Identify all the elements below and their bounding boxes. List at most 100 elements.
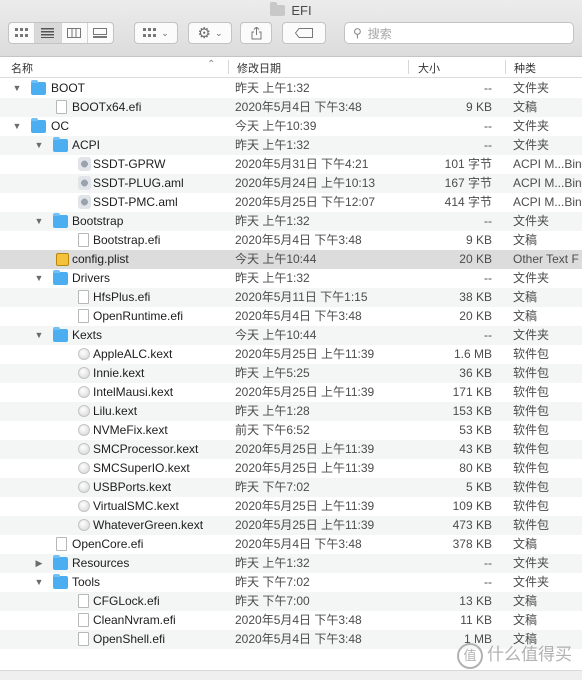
column-divider[interactable] [408, 60, 409, 74]
column-header-name[interactable]: 名称 [11, 60, 33, 76]
file-row[interactable]: Lilu.kext 昨天 上午1:28 153 KB 软件包 [0, 402, 582, 421]
search-field[interactable]: ⚲ 搜索 [344, 22, 574, 44]
file-name: BOOT [51, 81, 86, 95]
folder-icon [31, 118, 46, 133]
file-row[interactable]: OpenCore.efi 2020年5月4日 下午3:48 378 KB 文稿 [0, 535, 582, 554]
file-kind: 软件包 [513, 385, 550, 399]
file-date: 昨天 下午7:02 [235, 480, 310, 494]
file-row[interactable]: WhateverGreen.kext 2020年5月25日 上午11:39 473 … [0, 516, 582, 535]
file-row[interactable]: SSDT-PLUG.aml 2020年5月24日 上午10:13 167 字节 ACP… [0, 174, 582, 193]
disclosure-closed-icon[interactable]: ▶ [33, 554, 45, 573]
file-size: -- [484, 575, 492, 589]
column-divider[interactable] [505, 60, 506, 74]
file-kind: 软件包 [513, 518, 550, 532]
file-icon [78, 632, 89, 646]
watermark-text: 什么值得买 [487, 645, 572, 665]
folder-row[interactable]: ▼ Bootstrap 昨天 上午1:32 -- 文件夹 [0, 212, 582, 231]
file-row[interactable]: Innie.kext 昨天 上午5:25 36 KB 软件包 [0, 364, 582, 383]
file-name: CleanNvram.efi [93, 613, 176, 627]
file-kind: 文件夹 [513, 138, 550, 152]
folder-row[interactable]: ▼ ACPI 昨天 上午1:32 -- 文件夹 [0, 136, 582, 155]
file-row[interactable]: CleanNvram.efi 2020年5月4日 下午3:48 11 KB 文稿 [0, 611, 582, 630]
file-date: 2020年5月25日 上午11:39 [235, 442, 375, 456]
disclosure-open-icon[interactable]: ▼ [11, 79, 23, 98]
file-size: 167 字节 [444, 176, 492, 190]
file-date: 今天 上午10:44 [235, 252, 317, 266]
share-button[interactable] [240, 22, 272, 44]
file-row[interactable]: USBPorts.kext 昨天 下午7:02 5 KB 软件包 [0, 478, 582, 497]
file-date: 2020年5月4日 下午3:48 [235, 233, 362, 247]
share-icon [251, 26, 261, 39]
group-button[interactable]: ⌄ [134, 22, 178, 44]
file-icon [78, 290, 89, 304]
disclosure-open-icon[interactable]: ▼ [33, 573, 45, 592]
gallery-view-button[interactable] [88, 23, 113, 43]
list-icon [41, 28, 55, 38]
action-button[interactable]: ⚙ ⌄ [188, 22, 232, 44]
folder-row[interactable]: ▼ Tools 昨天 下午7:02 -- 文件夹 [0, 573, 582, 592]
file-row[interactable]: NVMeFix.kext 前天 下午6:52 53 KB 软件包 [0, 421, 582, 440]
disclosure-open-icon[interactable]: ▼ [11, 117, 23, 136]
file-kind: 文件夹 [513, 81, 550, 95]
file-date: 2020年5月25日 上午11:39 [235, 385, 375, 399]
file-row[interactable]: SSDT-GPRW 2020年5月31日 下午4:21 101 字节 ACPI M..… [0, 155, 582, 174]
icon-view-button[interactable] [9, 23, 36, 43]
folder-icon [53, 555, 68, 570]
file-name: SSDT-PLUG.aml [93, 176, 184, 190]
folder-row[interactable]: ▼ Kexts 今天 上午10:44 -- 文件夹 [0, 326, 582, 345]
file-row[interactable]: IntelMausi.kext 2020年5月25日 上午11:39 171 KB 软… [0, 383, 582, 402]
column-header-date[interactable]: 修改日期 [237, 60, 281, 76]
folder-row[interactable]: ▶ Resources 昨天 上午1:32 -- 文件夹 [0, 554, 582, 573]
file-name: Resources [72, 556, 130, 570]
folder-icon [53, 270, 68, 285]
file-row[interactable]: SMCProcessor.kext 2020年5月25日 上午11:39 43 KB… [0, 440, 582, 459]
file-name: WhateverGreen.kext [93, 518, 204, 532]
disclosure-open-icon[interactable]: ▼ [33, 212, 45, 231]
file-row[interactable]: Bootstrap.efi 2020年5月4日 下午3:48 9 KB 文稿 [0, 231, 582, 250]
file-date: 2020年5月4日 下午3:48 [235, 100, 362, 114]
folder-row[interactable]: ▼ OC 今天 上午10:39 -- 文件夹 [0, 117, 582, 136]
file-row[interactable]: BOOTx64.efi 2020年5月4日 下午3:48 9 KB 文稿 [0, 98, 582, 117]
file-size: -- [484, 271, 492, 285]
file-date: 2020年5月4日 下午3:48 [235, 309, 362, 323]
column-view-button[interactable] [62, 23, 88, 43]
disclosure-open-icon[interactable]: ▼ [33, 269, 45, 288]
folder-row[interactable]: ▼ BOOT 昨天 上午1:32 -- 文件夹 [0, 79, 582, 98]
file-name: NVMeFix.kext [93, 423, 168, 437]
file-row[interactable]: CFGLock.efi 昨天 下午7:00 13 KB 文稿 [0, 592, 582, 611]
file-kind: 软件包 [513, 423, 550, 437]
tag-button[interactable] [282, 22, 326, 44]
kext-icon [78, 500, 90, 512]
view-mode-segmented-control [8, 22, 114, 44]
disclosure-open-icon[interactable]: ▼ [33, 136, 45, 155]
file-row[interactable]: AppleALC.kext 2020年5月25日 上午11:39 1.6 MB 软件包 [0, 345, 582, 364]
file-size: 9 KB [465, 233, 492, 247]
file-kind: 文稿 [513, 233, 538, 247]
plist-icon [56, 253, 69, 266]
list-view-button[interactable] [35, 23, 62, 43]
file-size: 101 字节 [444, 157, 492, 171]
file-icon [78, 309, 89, 323]
file-row[interactable]: OpenRuntime.efi 2020年5月4日 下午3:48 20 KB 文稿 [0, 307, 582, 326]
column-divider[interactable] [228, 60, 229, 74]
file-kind: 软件包 [513, 442, 550, 456]
file-size: -- [484, 81, 492, 95]
sort-ascending-icon[interactable]: ⌃ [207, 59, 215, 70]
folder-row[interactable]: ▼ Drivers 昨天 上午1:32 -- 文件夹 [0, 269, 582, 288]
file-name: AppleALC.kext [93, 347, 173, 361]
file-name: VirtualSMC.kext [93, 499, 179, 513]
file-row[interactable]: SMCSuperIO.kext 2020年5月25日 上午11:39 80 KB 软件… [0, 459, 582, 478]
file-row[interactable]: HfsPlus.efi 2020年5月11日 下午1:15 38 KB 文稿 [0, 288, 582, 307]
column-header-size[interactable]: 大小 [418, 60, 440, 76]
file-icon [56, 537, 67, 551]
column-header-kind[interactable]: 种类 [514, 60, 536, 76]
folder-icon [53, 327, 68, 342]
file-name: Innie.kext [93, 366, 145, 380]
kext-icon [78, 443, 90, 455]
tag-icon [295, 28, 313, 38]
columns-icon [67, 28, 82, 38]
file-row[interactable]: VirtualSMC.kext 2020年5月25日 上午11:39 109 KB 软… [0, 497, 582, 516]
disclosure-open-icon[interactable]: ▼ [33, 326, 45, 345]
file-row[interactable]: config.plist 今天 上午10:44 20 KB Other Text F [0, 250, 582, 269]
file-row[interactable]: SSDT-PMC.aml 2020年5月25日 下午12:07 414 字节 ACPI… [0, 193, 582, 212]
